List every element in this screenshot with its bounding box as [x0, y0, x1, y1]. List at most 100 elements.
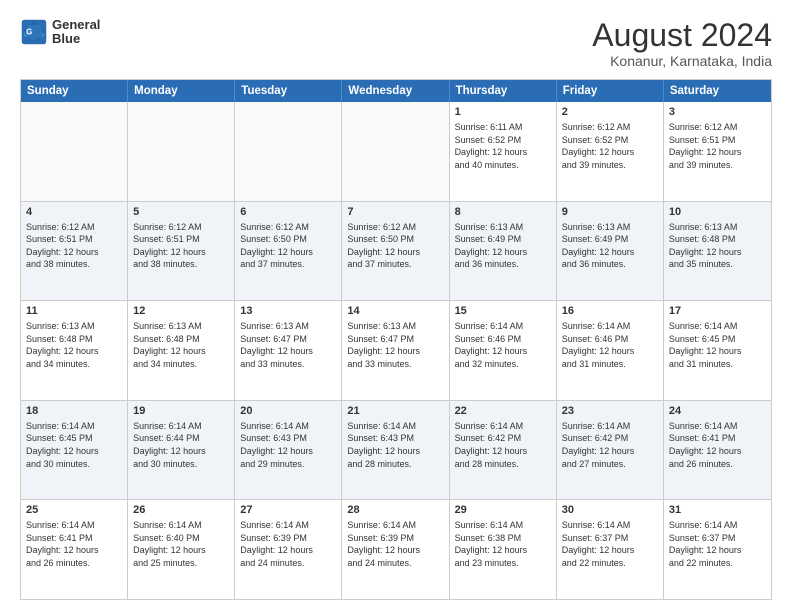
day-number: 1: [455, 105, 551, 120]
day-number: 30: [562, 503, 658, 518]
day-number: 22: [455, 404, 551, 419]
day-cell-4: 4Sunrise: 6:12 AM Sunset: 6:51 PM Daylig…: [21, 202, 128, 301]
day-number: 31: [669, 503, 766, 518]
day-number: 19: [133, 404, 229, 419]
day-number: 9: [562, 205, 658, 220]
day-info: Sunrise: 6:14 AM Sunset: 6:42 PM Dayligh…: [562, 420, 658, 470]
day-info: Sunrise: 6:13 AM Sunset: 6:48 PM Dayligh…: [669, 221, 766, 271]
day-cell-14: 14Sunrise: 6:13 AM Sunset: 6:47 PM Dayli…: [342, 301, 449, 400]
empty-cell: [235, 102, 342, 201]
day-cell-2: 2Sunrise: 6:12 AM Sunset: 6:52 PM Daylig…: [557, 102, 664, 201]
day-info: Sunrise: 6:14 AM Sunset: 6:43 PM Dayligh…: [347, 420, 443, 470]
day-info: Sunrise: 6:13 AM Sunset: 6:48 PM Dayligh…: [26, 320, 122, 370]
day-info: Sunrise: 6:13 AM Sunset: 6:47 PM Dayligh…: [347, 320, 443, 370]
header-day-thursday: Thursday: [450, 80, 557, 102]
day-info: Sunrise: 6:14 AM Sunset: 6:39 PM Dayligh…: [347, 519, 443, 569]
day-info: Sunrise: 6:14 AM Sunset: 6:37 PM Dayligh…: [669, 519, 766, 569]
title-block: August 2024 Konanur, Karnataka, India: [592, 18, 772, 69]
day-info: Sunrise: 6:14 AM Sunset: 6:45 PM Dayligh…: [26, 420, 122, 470]
day-cell-3: 3Sunrise: 6:12 AM Sunset: 6:51 PM Daylig…: [664, 102, 771, 201]
logo-text: General Blue: [52, 18, 100, 47]
day-info: Sunrise: 6:14 AM Sunset: 6:37 PM Dayligh…: [562, 519, 658, 569]
day-cell-29: 29Sunrise: 6:14 AM Sunset: 6:38 PM Dayli…: [450, 500, 557, 599]
day-cell-31: 31Sunrise: 6:14 AM Sunset: 6:37 PM Dayli…: [664, 500, 771, 599]
day-info: Sunrise: 6:14 AM Sunset: 6:41 PM Dayligh…: [669, 420, 766, 470]
location: Konanur, Karnataka, India: [592, 53, 772, 69]
logo: G General Blue: [20, 18, 100, 47]
day-info: Sunrise: 6:14 AM Sunset: 6:46 PM Dayligh…: [455, 320, 551, 370]
calendar-row-2: 11Sunrise: 6:13 AM Sunset: 6:48 PM Dayli…: [21, 300, 771, 400]
day-info: Sunrise: 6:14 AM Sunset: 6:43 PM Dayligh…: [240, 420, 336, 470]
day-info: Sunrise: 6:14 AM Sunset: 6:46 PM Dayligh…: [562, 320, 658, 370]
empty-cell: [21, 102, 128, 201]
day-info: Sunrise: 6:14 AM Sunset: 6:44 PM Dayligh…: [133, 420, 229, 470]
logo-line2: Blue: [52, 32, 100, 46]
calendar-row-0: 1Sunrise: 6:11 AM Sunset: 6:52 PM Daylig…: [21, 102, 771, 201]
calendar-row-4: 25Sunrise: 6:14 AM Sunset: 6:41 PM Dayli…: [21, 499, 771, 599]
day-number: 20: [240, 404, 336, 419]
day-info: Sunrise: 6:13 AM Sunset: 6:49 PM Dayligh…: [562, 221, 658, 271]
day-cell-30: 30Sunrise: 6:14 AM Sunset: 6:37 PM Dayli…: [557, 500, 664, 599]
day-info: Sunrise: 6:12 AM Sunset: 6:51 PM Dayligh…: [133, 221, 229, 271]
day-cell-15: 15Sunrise: 6:14 AM Sunset: 6:46 PM Dayli…: [450, 301, 557, 400]
day-number: 6: [240, 205, 336, 220]
day-cell-5: 5Sunrise: 6:12 AM Sunset: 6:51 PM Daylig…: [128, 202, 235, 301]
header-day-wednesday: Wednesday: [342, 80, 449, 102]
calendar-row-3: 18Sunrise: 6:14 AM Sunset: 6:45 PM Dayli…: [21, 400, 771, 500]
day-number: 14: [347, 304, 443, 319]
day-cell-1: 1Sunrise: 6:11 AM Sunset: 6:52 PM Daylig…: [450, 102, 557, 201]
day-cell-13: 13Sunrise: 6:13 AM Sunset: 6:47 PM Dayli…: [235, 301, 342, 400]
month-year: August 2024: [592, 18, 772, 53]
day-number: 17: [669, 304, 766, 319]
empty-cell: [128, 102, 235, 201]
day-cell-20: 20Sunrise: 6:14 AM Sunset: 6:43 PM Dayli…: [235, 401, 342, 500]
day-cell-25: 25Sunrise: 6:14 AM Sunset: 6:41 PM Dayli…: [21, 500, 128, 599]
day-cell-18: 18Sunrise: 6:14 AM Sunset: 6:45 PM Dayli…: [21, 401, 128, 500]
day-info: Sunrise: 6:14 AM Sunset: 6:45 PM Dayligh…: [669, 320, 766, 370]
logo-line1: General: [52, 18, 100, 32]
day-number: 8: [455, 205, 551, 220]
day-number: 2: [562, 105, 658, 120]
day-info: Sunrise: 6:13 AM Sunset: 6:47 PM Dayligh…: [240, 320, 336, 370]
day-number: 23: [562, 404, 658, 419]
day-number: 11: [26, 304, 122, 319]
day-number: 24: [669, 404, 766, 419]
day-number: 27: [240, 503, 336, 518]
day-cell-21: 21Sunrise: 6:14 AM Sunset: 6:43 PM Dayli…: [342, 401, 449, 500]
day-cell-11: 11Sunrise: 6:13 AM Sunset: 6:48 PM Dayli…: [21, 301, 128, 400]
day-info: Sunrise: 6:14 AM Sunset: 6:38 PM Dayligh…: [455, 519, 551, 569]
day-cell-7: 7Sunrise: 6:12 AM Sunset: 6:50 PM Daylig…: [342, 202, 449, 301]
day-number: 10: [669, 205, 766, 220]
calendar-header: SundayMondayTuesdayWednesdayThursdayFrid…: [21, 80, 771, 102]
day-cell-12: 12Sunrise: 6:13 AM Sunset: 6:48 PM Dayli…: [128, 301, 235, 400]
empty-cell: [342, 102, 449, 201]
logo-icon: G: [20, 18, 48, 46]
day-number: 21: [347, 404, 443, 419]
day-number: 13: [240, 304, 336, 319]
day-info: Sunrise: 6:14 AM Sunset: 6:39 PM Dayligh…: [240, 519, 336, 569]
day-cell-8: 8Sunrise: 6:13 AM Sunset: 6:49 PM Daylig…: [450, 202, 557, 301]
day-number: 29: [455, 503, 551, 518]
day-cell-28: 28Sunrise: 6:14 AM Sunset: 6:39 PM Dayli…: [342, 500, 449, 599]
header: G General Blue August 2024 Konanur, Karn…: [20, 18, 772, 69]
day-cell-19: 19Sunrise: 6:14 AM Sunset: 6:44 PM Dayli…: [128, 401, 235, 500]
day-info: Sunrise: 6:11 AM Sunset: 6:52 PM Dayligh…: [455, 121, 551, 171]
header-day-sunday: Sunday: [21, 80, 128, 102]
day-cell-16: 16Sunrise: 6:14 AM Sunset: 6:46 PM Dayli…: [557, 301, 664, 400]
header-day-monday: Monday: [128, 80, 235, 102]
day-info: Sunrise: 6:12 AM Sunset: 6:51 PM Dayligh…: [669, 121, 766, 171]
day-cell-26: 26Sunrise: 6:14 AM Sunset: 6:40 PM Dayli…: [128, 500, 235, 599]
day-info: Sunrise: 6:14 AM Sunset: 6:41 PM Dayligh…: [26, 519, 122, 569]
day-cell-24: 24Sunrise: 6:14 AM Sunset: 6:41 PM Dayli…: [664, 401, 771, 500]
day-cell-6: 6Sunrise: 6:12 AM Sunset: 6:50 PM Daylig…: [235, 202, 342, 301]
day-number: 7: [347, 205, 443, 220]
day-info: Sunrise: 6:12 AM Sunset: 6:50 PM Dayligh…: [347, 221, 443, 271]
day-info: Sunrise: 6:12 AM Sunset: 6:52 PM Dayligh…: [562, 121, 658, 171]
day-info: Sunrise: 6:13 AM Sunset: 6:48 PM Dayligh…: [133, 320, 229, 370]
header-day-friday: Friday: [557, 80, 664, 102]
day-info: Sunrise: 6:12 AM Sunset: 6:50 PM Dayligh…: [240, 221, 336, 271]
day-number: 15: [455, 304, 551, 319]
day-number: 18: [26, 404, 122, 419]
day-number: 28: [347, 503, 443, 518]
day-info: Sunrise: 6:14 AM Sunset: 6:40 PM Dayligh…: [133, 519, 229, 569]
